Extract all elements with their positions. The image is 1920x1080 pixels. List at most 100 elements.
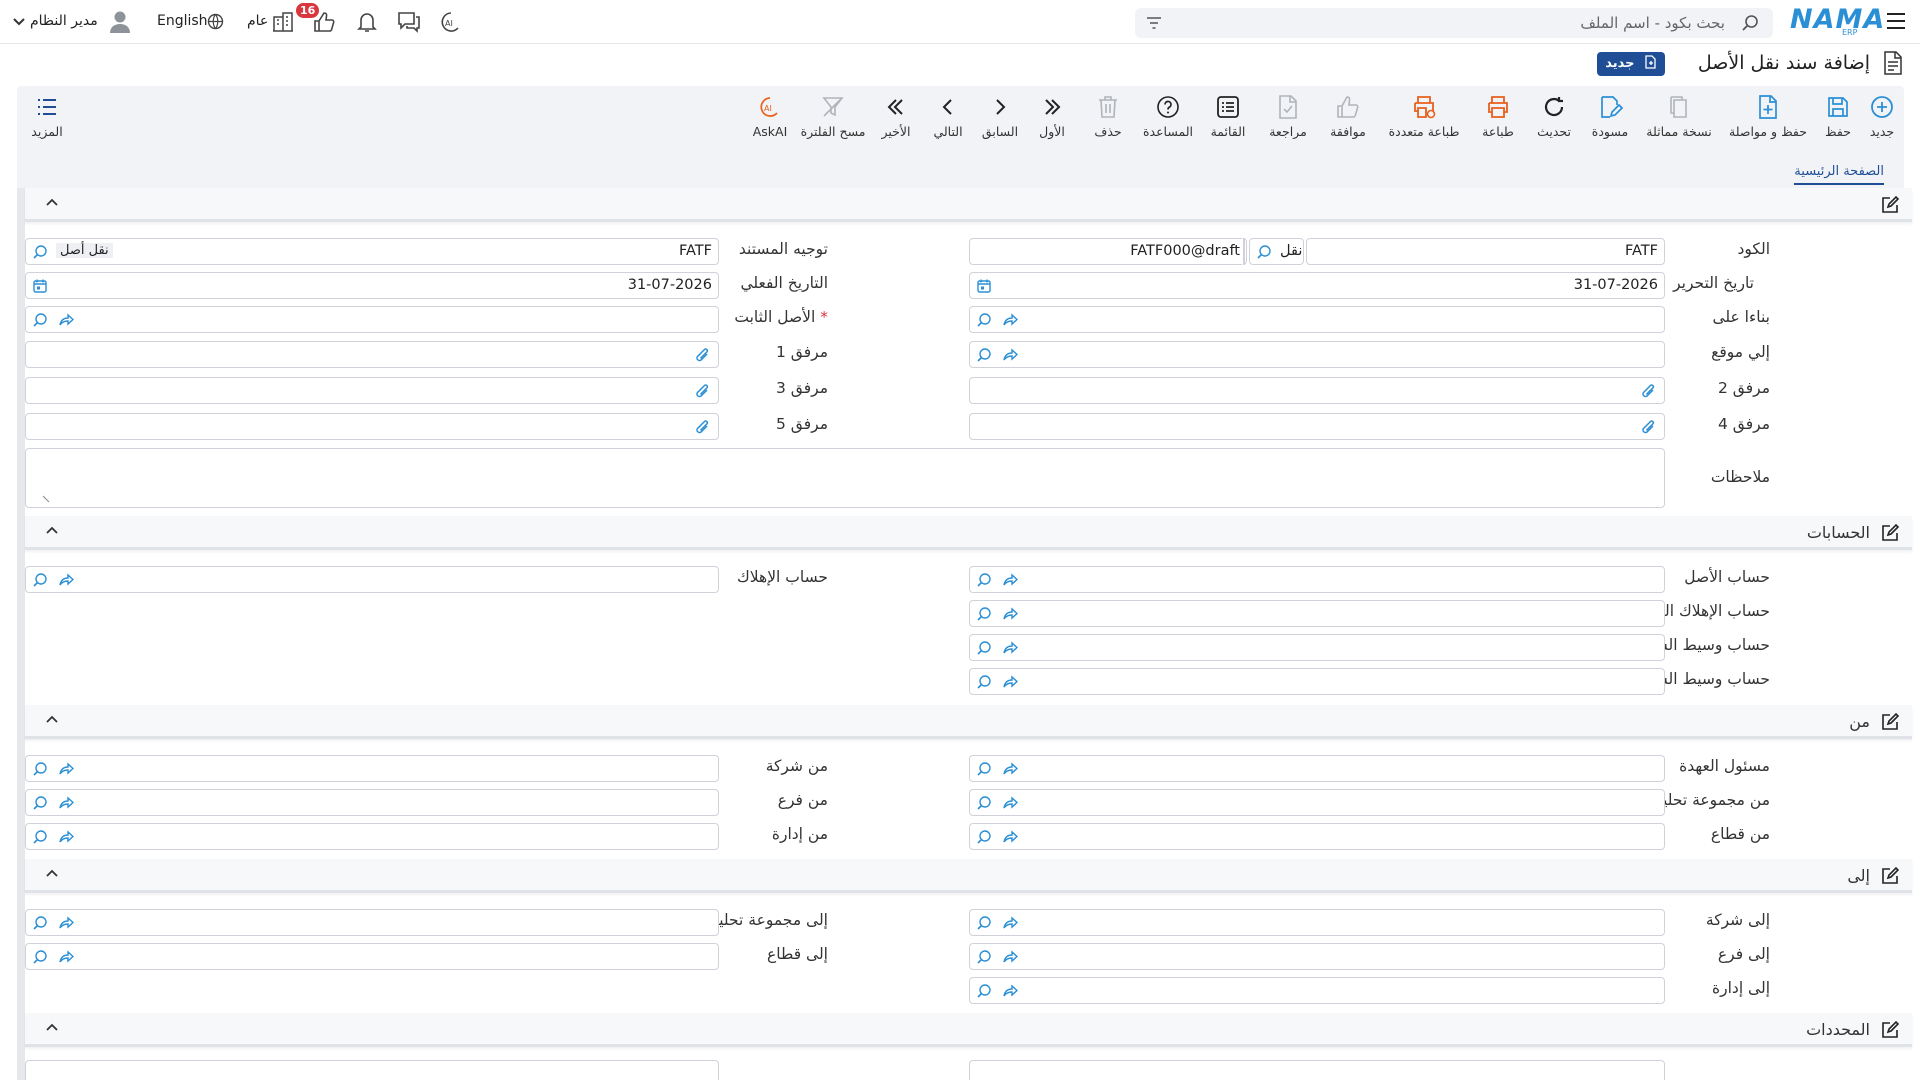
attach1-field[interactable] — [25, 341, 719, 368]
attach2-field[interactable] — [969, 377, 1665, 404]
depreciation-account-field[interactable] — [25, 566, 719, 593]
chevron-up-icon[interactable] — [45, 714, 59, 724]
bell-icon[interactable] — [356, 10, 378, 34]
multi-print-button[interactable]: طباعة متعددة — [1378, 86, 1470, 154]
share-icon[interactable] — [1002, 915, 1018, 931]
from-branch-field[interactable] — [25, 789, 719, 816]
section-determinants-header[interactable]: المحددات — [25, 1013, 1912, 1047]
chevron-up-icon[interactable] — [45, 1022, 59, 1032]
to-branch-field[interactable] — [969, 943, 1665, 970]
section-to-header[interactable]: إلى — [25, 859, 1912, 893]
edit-icon[interactable] — [1880, 1020, 1900, 1040]
lookup-search-icon[interactable] — [976, 640, 992, 656]
ai-assistant-icon[interactable]: AI — [438, 9, 464, 35]
share-icon[interactable] — [1002, 761, 1018, 777]
askai-button[interactable]: AI AskAI — [744, 86, 796, 154]
last-button[interactable]: الأخير — [870, 86, 922, 154]
attach3-field[interactable] — [25, 377, 719, 404]
edit-icon[interactable] — [1880, 523, 1900, 543]
actual-date-field[interactable]: 31-07-2026 — [25, 272, 719, 299]
share-icon[interactable] — [1002, 347, 1018, 363]
review-button[interactable]: مراجعة — [1258, 86, 1318, 154]
code-field[interactable]: FATF — [1306, 238, 1665, 265]
accum-depreciation-field[interactable] — [969, 600, 1665, 627]
share-icon[interactable] — [58, 949, 74, 965]
from-sector-field[interactable] — [969, 823, 1665, 850]
attach5-field[interactable] — [25, 413, 719, 440]
lookup-search-icon[interactable] — [976, 829, 992, 845]
code-type-lookup-field-visible[interactable] — [1243, 238, 1245, 265]
previous-button[interactable]: السابق — [974, 86, 1026, 154]
doc-direction-field[interactable]: نقل أصل FATF — [25, 238, 719, 265]
lookup-search-icon[interactable] — [32, 915, 48, 931]
lookup-search-icon[interactable] — [976, 347, 992, 363]
tab-main[interactable]: الصفحة الرئيسية — [1794, 164, 1884, 185]
search-icon[interactable] — [1741, 14, 1759, 32]
paperclip-icon[interactable] — [694, 347, 712, 365]
share-icon[interactable] — [58, 915, 74, 931]
filter-icon[interactable] — [1145, 15, 1163, 31]
section-from-header[interactable]: من — [25, 705, 1912, 739]
chevron-up-icon[interactable] — [45, 868, 59, 878]
to-location-field[interactable] — [969, 341, 1665, 368]
custodian-field[interactable] — [969, 755, 1665, 782]
lookup-search-icon[interactable] — [32, 244, 48, 260]
to-analytic-field[interactable] — [25, 909, 719, 936]
calendar-icon[interactable] — [32, 278, 48, 294]
lookup-search-icon[interactable] — [32, 761, 48, 777]
edit-icon[interactable] — [1880, 712, 1900, 732]
share-icon[interactable] — [1002, 983, 1018, 999]
fixed-asset-field[interactable] — [25, 306, 719, 333]
approve-button[interactable]: موافقة — [1318, 86, 1378, 154]
duplicate-button[interactable]: نسخة مماثلة — [1638, 86, 1720, 154]
next-button[interactable]: التالي — [922, 86, 974, 154]
share-icon[interactable] — [58, 572, 74, 588]
search-input[interactable]: بحث بكود - اسم الملف — [1580, 14, 1725, 32]
clear-filter-button[interactable]: مسح الفلترة — [796, 86, 870, 154]
help-button[interactable]: المساعدة — [1138, 86, 1198, 154]
share-icon[interactable] — [1002, 640, 1018, 656]
avatar[interactable] — [107, 8, 133, 34]
attach4-field[interactable] — [969, 413, 1665, 440]
refresh-button[interactable]: تحديث — [1526, 86, 1582, 154]
share-icon[interactable] — [1002, 674, 1018, 690]
lookup-search-icon[interactable] — [976, 795, 992, 811]
global-search[interactable]: بحث بكود - اسم الملف — [1135, 8, 1773, 38]
lookup-search-icon[interactable] — [976, 312, 992, 328]
paperclip-icon[interactable] — [1640, 383, 1658, 401]
brand-logo[interactable]: NAMA ERP — [1790, 4, 1884, 38]
lookup-search-icon[interactable] — [32, 949, 48, 965]
lookup-search-icon[interactable] — [976, 674, 992, 690]
share-icon[interactable] — [1002, 949, 1018, 965]
transfer-kind-field[interactable]: نقل — [1249, 238, 1304, 265]
lookup-search-icon[interactable] — [976, 572, 992, 588]
asset-account-field[interactable] — [969, 566, 1665, 593]
language-switch[interactable]: English — [157, 13, 208, 29]
share-icon[interactable] — [1002, 795, 1018, 811]
to-sector-field[interactable] — [25, 943, 719, 970]
scope-label[interactable]: عام — [247, 13, 268, 29]
new-button[interactable]: جديد — [1860, 86, 1904, 154]
section-accounts-header[interactable]: الحسابات — [25, 516, 1912, 550]
lookup-search-icon[interactable] — [32, 572, 48, 588]
hamburger-menu-icon[interactable] — [1886, 12, 1906, 30]
more-button[interactable]: المزيد — [17, 86, 77, 154]
notes-textarea[interactable] — [25, 448, 1665, 508]
lookup-search-icon[interactable] — [976, 915, 992, 931]
code-number-field[interactable]: FATF000@draft — [969, 238, 1247, 265]
resize-handle-icon[interactable] — [42, 495, 50, 503]
chevron-down-icon[interactable] — [12, 17, 26, 27]
list-button[interactable]: القائمة — [1198, 86, 1258, 154]
from-analytic-field[interactable] — [969, 789, 1665, 816]
company-icon[interactable] — [272, 11, 294, 33]
lookup-search-icon[interactable] — [976, 983, 992, 999]
share-icon[interactable] — [1002, 606, 1018, 622]
lookup-search-icon[interactable] — [976, 949, 992, 965]
lookup-search-icon[interactable] — [32, 829, 48, 845]
chevron-up-icon[interactable] — [45, 197, 59, 207]
save-button[interactable]: حفظ — [1816, 86, 1860, 154]
lookup-search-icon[interactable] — [976, 606, 992, 622]
intermediary1-field[interactable] — [969, 634, 1665, 661]
share-icon[interactable] — [58, 312, 74, 328]
lookup-search-icon[interactable] — [1256, 244, 1272, 260]
